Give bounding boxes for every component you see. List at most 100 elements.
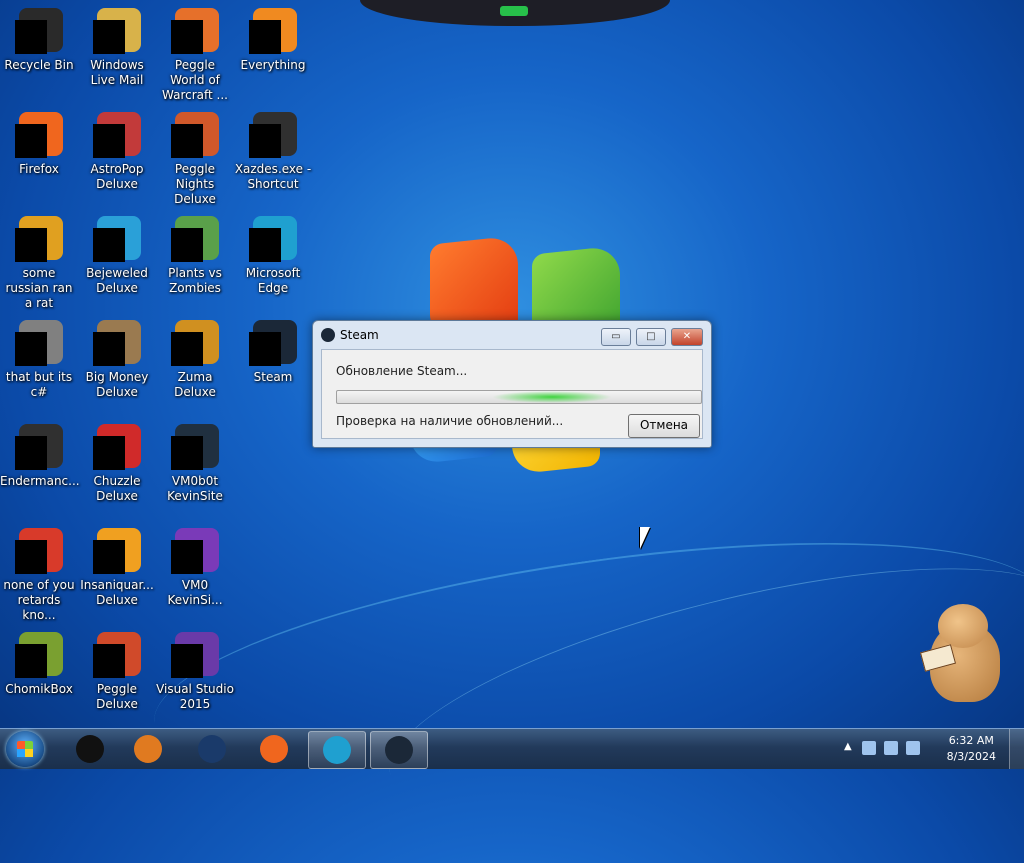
desktop-icon-steam[interactable]: Steam — [234, 316, 312, 385]
firefox-icon — [15, 112, 63, 160]
desktop-icon-label: AstroPop Deluxe — [90, 162, 144, 191]
cancel-button[interactable]: Отмена — [628, 414, 700, 438]
edge-icon — [249, 216, 297, 264]
taskbar-item-media-player[interactable] — [120, 731, 176, 767]
steam-update-dialog: Steam ▭ □ ✕ Обновление Steam... Проверка… — [312, 320, 712, 448]
desktop-icon-shortcut[interactable]: Xazdes.exe - Shortcut — [234, 108, 312, 192]
edge-icon — [323, 736, 351, 764]
hamster-gadget[interactable] — [912, 604, 1008, 704]
visual-studio-icon — [171, 632, 219, 680]
desktop-icon-label: Xazdes.exe - Shortcut — [234, 162, 312, 191]
network-icon[interactable] — [862, 741, 876, 755]
desktop-icon-label: Peggle Nights Deluxe — [174, 162, 216, 206]
desktop-icon-label: Recycle Bin — [4, 58, 74, 72]
desktop-icon-everything[interactable]: Everything — [234, 4, 312, 73]
desktop-icon-label: Everything — [240, 58, 306, 72]
desktop-icon-firefox[interactable]: Firefox — [0, 108, 78, 177]
peggle-icon — [171, 8, 219, 56]
desktop-icon-peggle[interactable]: Peggle Deluxe — [78, 628, 156, 712]
taskbar: ▲ 6:32 AM 8/3/2024 — [0, 728, 1024, 769]
chuzzle-icon — [93, 424, 141, 472]
mail-icon — [93, 8, 141, 56]
desktop-icon-vm[interactable]: VM0b0t KevinSite — [156, 420, 234, 504]
update-progress-bar — [336, 390, 702, 404]
media-player-icon — [134, 735, 162, 763]
desktop-icon-label: Insaniquar... Deluxe — [80, 578, 154, 607]
top-notch-gadget — [360, 0, 670, 26]
taskbar-item-explorer[interactable] — [62, 731, 118, 767]
desktop-icon-file[interactable]: that but its c# — [0, 316, 78, 400]
close-button[interactable]: ✕ — [671, 328, 703, 346]
desktop-icon-label: Big Money Deluxe — [85, 370, 149, 399]
desktop-icon-visual-studio[interactable]: Visual Studio 2015 — [156, 628, 234, 712]
desktop-icon-app[interactable]: none of you retards kno... — [0, 524, 78, 623]
desktop-icon-peggle-nights[interactable]: Peggle Nights Deluxe — [156, 108, 234, 207]
desktop-icon-label: that but its c# — [5, 370, 73, 399]
desktop-icon-console[interactable]: Endermanc... — [0, 420, 80, 489]
shortcut-icon — [249, 112, 297, 160]
taskbar-item-edge[interactable] — [308, 731, 366, 769]
desktop-icon-label: Steam — [253, 370, 293, 384]
console-icon — [15, 424, 63, 472]
show-hidden-icons-button[interactable]: ▲ — [844, 741, 852, 752]
desktop-icon-chuzzle[interactable]: Chuzzle Deluxe — [78, 420, 156, 504]
update-status-text: Обновление Steam... — [336, 364, 468, 378]
desktop-icon-pvz[interactable]: Plants vs Zombies — [156, 212, 234, 296]
desktop-icon-label: Endermanc... — [0, 474, 80, 488]
desktop-icon-chomikbox[interactable]: ChomikBox — [0, 628, 78, 697]
explorer-icon — [76, 735, 104, 763]
firefox-icon — [260, 735, 288, 763]
desktop-icon-bigmoney[interactable]: Big Money Deluxe — [78, 316, 156, 400]
desktop-icon-label: Chuzzle Deluxe — [93, 474, 141, 503]
minimize-button[interactable]: ▭ — [600, 328, 631, 346]
start-button[interactable] — [6, 731, 44, 767]
show-desktop-button[interactable] — [1009, 729, 1024, 769]
desktop-icon-astropop[interactable]: AstroPop Deluxe — [78, 108, 156, 192]
display-icon[interactable] — [884, 741, 898, 755]
dialog-body: Обновление Steam... Проверка на наличие … — [321, 349, 703, 439]
file-icon — [15, 320, 63, 368]
desktop-icon-label: Zuma Deluxe — [174, 370, 216, 399]
volume-icon[interactable] — [906, 741, 920, 755]
desktop-icon-file[interactable]: some russian ran a rat — [0, 212, 78, 311]
steam-icon — [249, 320, 297, 368]
desktop-icon-zuma[interactable]: Zuma Deluxe — [156, 316, 234, 400]
desktop-icon-label: ChomikBox — [5, 682, 73, 696]
zuma-icon — [171, 320, 219, 368]
desktop-icon-vm[interactable]: VM0 KevinSi... — [156, 524, 234, 608]
peggle-icon — [93, 632, 141, 680]
desktop-icon-label: Peggle World of Warcraft ... — [162, 58, 228, 102]
desktop-icon-label: Windows Live Mail — [90, 58, 144, 87]
everything-icon — [249, 8, 297, 56]
peggle-nights-icon — [171, 112, 219, 160]
system-tray: ▲ 6:32 AM 8/3/2024 — [834, 729, 1024, 769]
bejeweled-icon — [93, 216, 141, 264]
dialog-title: Steam — [321, 328, 379, 342]
desktop-icon-insaniquarium[interactable]: Insaniquar... Deluxe — [78, 524, 156, 608]
maximize-button[interactable]: □ — [635, 328, 666, 346]
desktop-icon-label: some russian ran a rat — [5, 266, 73, 310]
clock[interactable]: 6:32 AM 8/3/2024 — [947, 733, 996, 765]
desktop-icon-recycle-bin[interactable]: Recycle Bin — [0, 4, 78, 73]
chomikbox-icon — [15, 632, 63, 680]
dialog-window-controls: ▭ □ ✕ — [600, 328, 703, 347]
desktop-icon-label: Plants vs Zombies — [168, 266, 222, 295]
steam-icon — [385, 736, 413, 764]
mouse-cursor-icon — [640, 527, 650, 549]
taskbar-item-app-globe[interactable] — [184, 731, 240, 767]
desktop-icon-edge[interactable]: Microsoft Edge — [234, 212, 312, 296]
insaniquarium-icon — [93, 528, 141, 576]
desktop-icon-mail[interactable]: Windows Live Mail — [78, 4, 156, 88]
desktop-icon-peggle[interactable]: Peggle World of Warcraft ... — [156, 4, 234, 103]
recycle-bin-icon — [15, 8, 63, 56]
check-updates-text: Проверка на наличие обновлений... — [336, 414, 564, 428]
taskbar-item-steam[interactable] — [370, 731, 428, 769]
dialog-title-text: Steam — [340, 328, 379, 342]
app-icon — [15, 528, 63, 576]
desktop-icon-label: Visual Studio 2015 — [156, 682, 234, 711]
astropop-icon — [93, 112, 141, 160]
desktop-icon-label: Microsoft Edge — [245, 266, 301, 295]
taskbar-item-firefox[interactable] — [246, 731, 302, 767]
steam-logo-icon — [321, 328, 335, 342]
desktop-icon-bejeweled[interactable]: Bejeweled Deluxe — [78, 212, 156, 296]
